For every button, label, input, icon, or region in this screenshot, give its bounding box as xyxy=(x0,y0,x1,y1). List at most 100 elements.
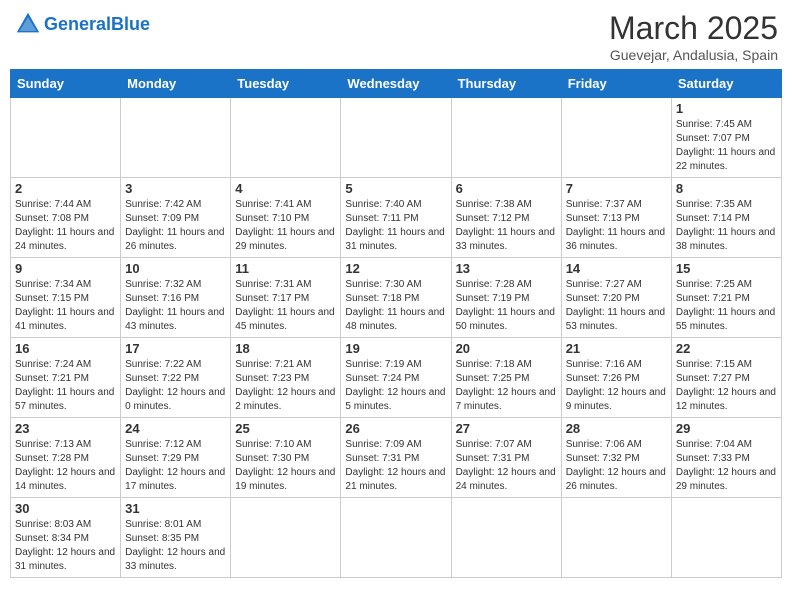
day-info: Sunrise: 7:12 AM Sunset: 7:29 PM Dayligh… xyxy=(125,438,226,494)
day-info: Sunrise: 7:18 AM Sunset: 7:25 PM Dayligh… xyxy=(456,358,557,414)
day-info: Sunrise: 7:19 AM Sunset: 7:24 PM Dayligh… xyxy=(345,358,446,414)
day-header-friday: Friday xyxy=(561,70,671,98)
day-number: 29 xyxy=(676,421,777,436)
day-info: Sunrise: 7:15 AM Sunset: 7:27 PM Dayligh… xyxy=(676,358,777,414)
day-info: Sunrise: 7:07 AM Sunset: 7:31 PM Dayligh… xyxy=(456,438,557,494)
page-header: GeneralBlue March 2025 Guevejar, Andalus… xyxy=(10,10,782,63)
day-info: Sunrise: 7:24 AM Sunset: 7:21 PM Dayligh… xyxy=(15,358,116,414)
day-info: Sunrise: 7:41 AM Sunset: 7:10 PM Dayligh… xyxy=(235,198,336,254)
calendar-cell xyxy=(671,498,781,578)
calendar-cell xyxy=(451,498,561,578)
day-number: 16 xyxy=(15,341,116,356)
calendar-cell: 23 Sunrise: 7:13 AM Sunset: 7:28 PM Dayli… xyxy=(11,418,121,498)
day-number: 30 xyxy=(15,501,116,516)
day-info: Sunrise: 7:10 AM Sunset: 7:30 PM Dayligh… xyxy=(235,438,336,494)
day-number: 14 xyxy=(566,261,667,276)
calendar-week-3: 9Sunrise: 7:34 AM Sunset: 7:15 PM Daylig… xyxy=(11,258,782,338)
day-header-tuesday: Tuesday xyxy=(231,70,341,98)
day-number: 6 xyxy=(456,181,557,196)
calendar-cell: 6 Sunrise: 7:38 AM Sunset: 7:12 PM Daylig… xyxy=(451,178,561,258)
calendar-cell: 22 Sunrise: 7:15 AM Sunset: 7:27 PM Dayli… xyxy=(671,338,781,418)
logo: GeneralBlue xyxy=(14,10,150,38)
calendar-cell: 14Sunrise: 7:27 AM Sunset: 7:20 PM Dayli… xyxy=(561,258,671,338)
day-info: Sunrise: 7:09 AM Sunset: 7:31 PM Dayligh… xyxy=(345,438,446,494)
day-info: Sunrise: 7:31 AM Sunset: 7:17 PM Dayligh… xyxy=(235,278,336,334)
day-info: Sunrise: 8:01 AM Sunset: 8:35 PM Dayligh… xyxy=(125,518,226,574)
day-info: Sunrise: 7:42 AM Sunset: 7:09 PM Dayligh… xyxy=(125,198,226,254)
calendar-week-5: 23 Sunrise: 7:13 AM Sunset: 7:28 PM Dayli… xyxy=(11,418,782,498)
calendar-cell: 18 Sunrise: 7:21 AM Sunset: 7:23 PM Dayli… xyxy=(231,338,341,418)
day-number: 10 xyxy=(125,261,226,276)
calendar-cell: 3 Sunrise: 7:42 AM Sunset: 7:09 PM Daylig… xyxy=(121,178,231,258)
calendar-cell: 1Sunrise: 7:45 AM Sunset: 7:07 PM Daylig… xyxy=(671,98,781,178)
calendar-cell xyxy=(341,498,451,578)
day-number: 25 xyxy=(235,421,336,436)
logo-icon xyxy=(14,10,42,38)
calendar-cell xyxy=(451,98,561,178)
calendar-cell: 30 Sunrise: 8:03 AM Sunset: 8:34 PM Dayli… xyxy=(11,498,121,578)
day-number: 24 xyxy=(125,421,226,436)
calendar-cell: 2 Sunrise: 7:44 AM Sunset: 7:08 PM Daylig… xyxy=(11,178,121,258)
day-header-saturday: Saturday xyxy=(671,70,781,98)
day-header-sunday: Sunday xyxy=(11,70,121,98)
day-number: 12 xyxy=(345,261,446,276)
month-title: March 2025 xyxy=(609,10,778,47)
day-info: Sunrise: 7:21 AM Sunset: 7:23 PM Dayligh… xyxy=(235,358,336,414)
calendar-cell: 17 Sunrise: 7:22 AM Sunset: 7:22 PM Dayli… xyxy=(121,338,231,418)
day-info: Sunrise: 7:44 AM Sunset: 7:08 PM Dayligh… xyxy=(15,198,116,254)
day-info: Sunrise: 7:32 AM Sunset: 7:16 PM Dayligh… xyxy=(125,278,226,334)
calendar-cell: 15Sunrise: 7:25 AM Sunset: 7:21 PM Dayli… xyxy=(671,258,781,338)
day-number: 31 xyxy=(125,501,226,516)
day-info: Sunrise: 7:34 AM Sunset: 7:15 PM Dayligh… xyxy=(15,278,116,334)
day-number: 20 xyxy=(456,341,557,356)
calendar-cell: 28 Sunrise: 7:06 AM Sunset: 7:32 PM Dayli… xyxy=(561,418,671,498)
calendar-cell: 4Sunrise: 7:41 AM Sunset: 7:10 PM Daylig… xyxy=(231,178,341,258)
logo-text: GeneralBlue xyxy=(44,14,150,35)
day-info: Sunrise: 7:16 AM Sunset: 7:26 PM Dayligh… xyxy=(566,358,667,414)
day-info: Sunrise: 7:04 AM Sunset: 7:33 PM Dayligh… xyxy=(676,438,777,494)
calendar-cell: 10 Sunrise: 7:32 AM Sunset: 7:16 PM Dayli… xyxy=(121,258,231,338)
day-info: Sunrise: 7:28 AM Sunset: 7:19 PM Dayligh… xyxy=(456,278,557,334)
day-info: Sunrise: 7:40 AM Sunset: 7:11 PM Dayligh… xyxy=(345,198,446,254)
day-info: Sunrise: 7:06 AM Sunset: 7:32 PM Dayligh… xyxy=(566,438,667,494)
day-number: 15 xyxy=(676,261,777,276)
calendar-week-6: 30 Sunrise: 8:03 AM Sunset: 8:34 PM Dayli… xyxy=(11,498,782,578)
day-info: Sunrise: 7:30 AM Sunset: 7:18 PM Dayligh… xyxy=(345,278,446,334)
day-number: 13 xyxy=(456,261,557,276)
calendar-cell: 29 Sunrise: 7:04 AM Sunset: 7:33 PM Dayli… xyxy=(671,418,781,498)
calendar-cell: 9Sunrise: 7:34 AM Sunset: 7:15 PM Daylig… xyxy=(11,258,121,338)
day-info: Sunrise: 7:38 AM Sunset: 7:12 PM Dayligh… xyxy=(456,198,557,254)
calendar-cell xyxy=(561,98,671,178)
day-number: 8 xyxy=(676,181,777,196)
day-number: 11 xyxy=(235,261,336,276)
day-header-monday: Monday xyxy=(121,70,231,98)
calendar-cell xyxy=(121,98,231,178)
day-info: Sunrise: 8:03 AM Sunset: 8:34 PM Dayligh… xyxy=(15,518,116,574)
day-info: Sunrise: 7:22 AM Sunset: 7:22 PM Dayligh… xyxy=(125,358,226,414)
day-number: 18 xyxy=(235,341,336,356)
day-info: Sunrise: 7:37 AM Sunset: 7:13 PM Dayligh… xyxy=(566,198,667,254)
calendar-cell: 5Sunrise: 7:40 AM Sunset: 7:11 PM Daylig… xyxy=(341,178,451,258)
calendar-header-row: SundayMondayTuesdayWednesdayThursdayFrid… xyxy=(11,70,782,98)
calendar-cell: 31 Sunrise: 8:01 AM Sunset: 8:35 PM Dayli… xyxy=(121,498,231,578)
day-number: 23 xyxy=(15,421,116,436)
calendar-cell: 13 Sunrise: 7:28 AM Sunset: 7:19 PM Dayli… xyxy=(451,258,561,338)
day-number: 22 xyxy=(676,341,777,356)
calendar-week-2: 2 Sunrise: 7:44 AM Sunset: 7:08 PM Daylig… xyxy=(11,178,782,258)
calendar-week-4: 16 Sunrise: 7:24 AM Sunset: 7:21 PM Dayli… xyxy=(11,338,782,418)
day-number: 21 xyxy=(566,341,667,356)
day-number: 2 xyxy=(15,181,116,196)
calendar-week-1: 1Sunrise: 7:45 AM Sunset: 7:07 PM Daylig… xyxy=(11,98,782,178)
day-number: 3 xyxy=(125,181,226,196)
calendar-table: SundayMondayTuesdayWednesdayThursdayFrid… xyxy=(10,69,782,578)
day-info: Sunrise: 7:13 AM Sunset: 7:28 PM Dayligh… xyxy=(15,438,116,494)
calendar-cell: 24 Sunrise: 7:12 AM Sunset: 7:29 PM Dayli… xyxy=(121,418,231,498)
calendar-cell: 8 Sunrise: 7:35 AM Sunset: 7:14 PM Daylig… xyxy=(671,178,781,258)
day-number: 28 xyxy=(566,421,667,436)
day-info: Sunrise: 7:45 AM Sunset: 7:07 PM Dayligh… xyxy=(676,118,777,174)
day-info: Sunrise: 7:35 AM Sunset: 7:14 PM Dayligh… xyxy=(676,198,777,254)
day-number: 17 xyxy=(125,341,226,356)
calendar-cell: 26Sunrise: 7:09 AM Sunset: 7:31 PM Dayli… xyxy=(341,418,451,498)
day-header-thursday: Thursday xyxy=(451,70,561,98)
calendar-cell xyxy=(231,498,341,578)
